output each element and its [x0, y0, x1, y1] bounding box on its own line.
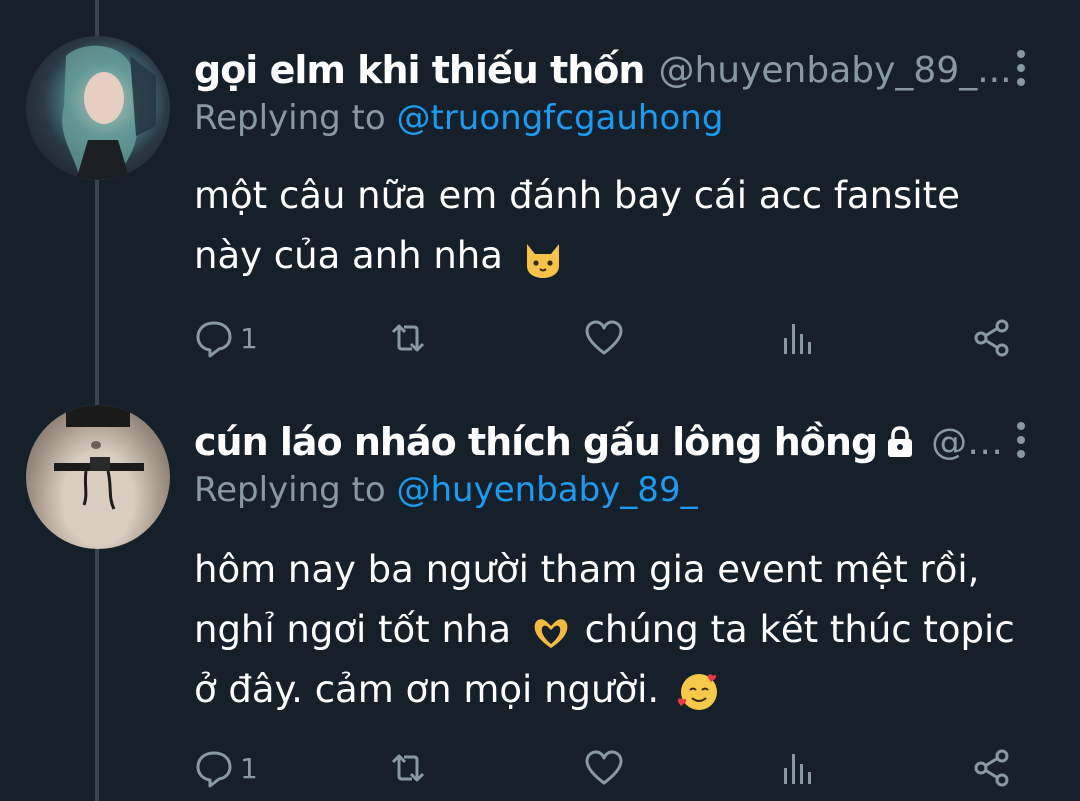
avatar[interactable] [26, 36, 170, 180]
retweet-button[interactable] [388, 316, 428, 360]
reply-count: 1 [240, 321, 258, 355]
views-icon [784, 754, 811, 784]
like-button[interactable] [584, 316, 624, 360]
like-button[interactable] [584, 746, 624, 790]
handle[interactable]: @huyenbaby_89_... [658, 50, 1011, 91]
tweet[interactable]: cún láo nháo thích gấu lông hồng @t... R… [0, 385, 1080, 801]
reply-button[interactable]: 1 [194, 316, 258, 360]
replying-to-mention[interactable]: @huyenbaby_89_ [397, 470, 698, 510]
reply-button[interactable]: 1 [194, 746, 258, 790]
display-name[interactable]: cún láo nháo thích gấu lông hồng [194, 420, 878, 464]
more-icon[interactable] [1014, 48, 1028, 88]
tweet-text-body: một câu nữa em đánh bay cái acc fansite … [194, 174, 960, 277]
like-icon [585, 320, 623, 355]
replying-to: Replying to @huyenbaby_89_ [194, 470, 698, 510]
views-button[interactable] [778, 746, 818, 790]
lock-icon [888, 426, 913, 457]
tweet-text: hôm nay ba người tham gia event mệt rồi,… [194, 540, 1034, 720]
handle[interactable]: @t... [931, 422, 1013, 463]
heart-hands-icon [534, 618, 568, 648]
tweet-header: gọi elm khi thiếu thốn @huyenbaby_89_... [194, 40, 1012, 100]
like-icon [585, 750, 623, 785]
avatar-image [54, 405, 144, 510]
share-icon [974, 749, 1009, 787]
replying-to-mention[interactable]: @truongfcgauhong [397, 98, 724, 138]
retweet-icon [391, 754, 425, 782]
tweet-header: cún láo nháo thích gấu lông hồng @t... [194, 412, 1013, 472]
replying-to: Replying to @truongfcgauhong [194, 98, 723, 138]
share-button[interactable] [972, 316, 1012, 360]
reply-icon [196, 751, 232, 788]
avatar[interactable] [26, 405, 170, 549]
replying-prefix: Replying to [194, 98, 386, 138]
smiling-face-with-hearts-icon [677, 673, 717, 710]
views-icon [784, 324, 811, 354]
avatar-image [62, 45, 156, 180]
reply-count: 1 [240, 751, 258, 785]
cat-face-icon [526, 243, 559, 278]
tweet-text: một câu nữa em đánh bay cái acc fansite … [194, 166, 1034, 286]
display-name[interactable]: gọi elm khi thiếu thốn [194, 48, 645, 92]
action-bar: 1 [194, 746, 1034, 790]
share-button[interactable] [972, 746, 1012, 790]
reply-icon [196, 321, 232, 358]
replying-prefix: Replying to [194, 470, 386, 510]
share-icon [974, 319, 1009, 357]
retweet-button[interactable] [388, 746, 428, 790]
retweet-icon [391, 324, 425, 352]
action-bar: 1 [194, 316, 1034, 360]
tweet[interactable]: gọi elm khi thiếu thốn @huyenbaby_89_...… [0, 0, 1080, 385]
more-icon[interactable] [1014, 420, 1028, 460]
views-button[interactable] [778, 316, 818, 360]
